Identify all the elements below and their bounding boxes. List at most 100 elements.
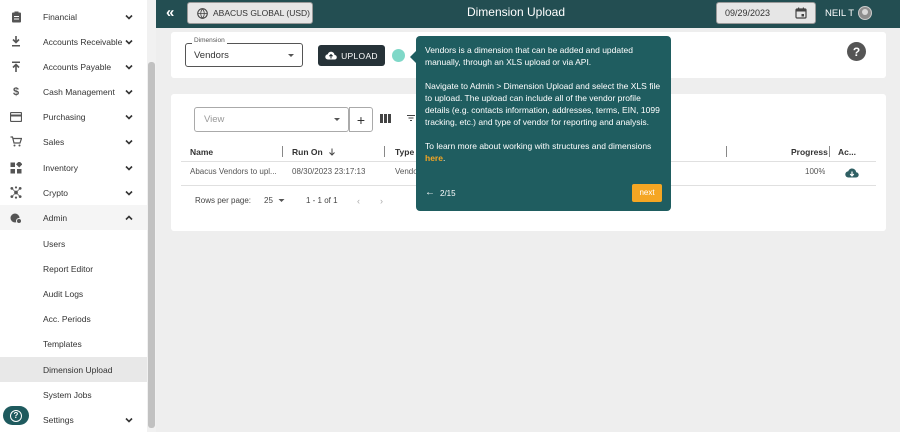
upload-button[interactable]: UPLOAD xyxy=(318,45,385,66)
tour-paragraph-1: Vendors is a dimension that can be added… xyxy=(425,45,633,67)
dimension-select-legend: Dimension xyxy=(192,37,227,44)
next-page-icon[interactable]: › xyxy=(380,196,383,206)
sidebar-scrollbar[interactable] xyxy=(147,0,156,432)
sidebar-subitem-label: System Jobs xyxy=(43,389,92,400)
help-fab-button[interactable]: ? xyxy=(3,406,29,425)
sidebar-item-accounts-receivable[interactable]: Accounts Receivable xyxy=(0,29,147,54)
view-select[interactable]: View xyxy=(194,107,349,132)
chevron-down-icon xyxy=(125,14,133,20)
chevron-up-icon xyxy=(125,214,133,220)
tour-paragraph-3: To learn more about working with structu… xyxy=(425,140,662,164)
columns-icon[interactable] xyxy=(380,113,391,124)
sidebar-item-accounts-payable[interactable]: Accounts Payable xyxy=(0,54,147,79)
tour-learn-more-link[interactable]: here xyxy=(425,153,443,163)
sidebar-subitem-label: Audit Logs xyxy=(43,288,84,299)
sidebar-subitem-templates[interactable]: Templates xyxy=(0,331,147,356)
sidebar-subitem-system-jobs[interactable]: System Jobs xyxy=(0,382,147,407)
cell-progress: 100% xyxy=(805,167,826,176)
chevron-down-icon xyxy=(125,114,133,120)
calendar-icon[interactable] xyxy=(795,7,807,19)
cloud-download-icon[interactable] xyxy=(845,167,859,179)
sidebar-item-label: Inventory xyxy=(43,162,78,173)
user-name[interactable]: NEIL T xyxy=(825,8,854,19)
sidebar-item-financial[interactable]: Financial xyxy=(0,4,147,29)
column-header-run-on[interactable]: Run On xyxy=(292,147,336,157)
dimension-select-value: Vendors xyxy=(194,49,229,61)
upload-button-label: UPLOAD xyxy=(341,50,378,61)
dropdown-arrow-icon xyxy=(334,118,340,121)
entity-selector-button[interactable]: ABACUS GLOBAL (USD) xyxy=(187,2,313,24)
column-separator[interactable] xyxy=(384,146,385,157)
column-header-progress[interactable]: Progress xyxy=(791,147,828,157)
column-separator[interactable] xyxy=(726,146,727,157)
date-input[interactable]: 09/29/2023 xyxy=(716,2,816,24)
view-select-placeholder: View xyxy=(204,114,225,125)
question-icon: ? xyxy=(10,409,22,422)
sidebar-subitem-acc-periods[interactable]: Acc. Periods xyxy=(0,306,147,331)
column-separator[interactable] xyxy=(282,146,283,157)
sidebar-subitem-label: Users xyxy=(43,238,66,249)
sidebar-item-sales[interactable]: Sales xyxy=(0,129,147,154)
sidebar-item-purchasing[interactable]: Purchasing xyxy=(0,104,147,129)
sidebar-item-label: Admin xyxy=(43,212,68,223)
dropdown-arrow-icon xyxy=(288,54,294,57)
cell-run-on: 08/30/2023 23:17:13 xyxy=(292,167,366,176)
column-separator[interactable] xyxy=(829,146,830,157)
sidebar-item-label: Accounts Payable xyxy=(43,61,112,72)
sidebar-item-admin[interactable]: Admin xyxy=(0,205,147,230)
cloud-upload-icon xyxy=(325,51,337,60)
arrow-up-bar-icon xyxy=(10,61,22,73)
filter-icon[interactable] xyxy=(407,115,415,121)
entity-label: ABACUS GLOBAL (USD) xyxy=(213,8,310,18)
sidebar-item-crypto[interactable]: Crypto xyxy=(0,180,147,205)
help-circle-icon[interactable]: ? xyxy=(847,42,866,61)
clipboard-icon xyxy=(10,11,22,23)
tour-paragraph-2: Navigate to Admin > Dimension Upload and… xyxy=(425,81,661,127)
page-title: Dimension Upload xyxy=(466,5,566,19)
sidebar-subitem-label: Acc. Periods xyxy=(43,313,91,324)
chevron-down-icon xyxy=(125,39,133,45)
sort-arrow-down-icon[interactable] xyxy=(328,148,336,156)
column-header-type[interactable]: Type xyxy=(395,147,414,157)
cell-type: Vendo xyxy=(395,167,417,176)
credit-card-icon xyxy=(10,111,22,123)
sidebar-item-label: Crypto xyxy=(43,187,69,198)
column-header-actions[interactable]: Ac... xyxy=(838,147,856,157)
widgets-icon xyxy=(10,161,22,174)
column-header-name[interactable]: Name xyxy=(190,147,213,157)
tour-beacon[interactable] xyxy=(392,49,405,62)
admin-gear-icon xyxy=(10,212,22,224)
prev-page-icon[interactable]: ‹ xyxy=(357,196,360,206)
chevron-down-icon xyxy=(125,64,133,70)
avatar[interactable] xyxy=(858,6,872,20)
sidebar-subitem-users[interactable]: Users xyxy=(0,231,147,256)
sidebar-subitem-label: Templates xyxy=(43,338,82,349)
column-header-label: Run On xyxy=(292,147,323,157)
sidebar-subitem-dimension-upload[interactable]: Dimension Upload xyxy=(0,357,147,382)
rows-per-page-select[interactable]: 25 xyxy=(264,196,285,205)
collapse-sidebar-icon[interactable]: « xyxy=(166,5,182,22)
tour-step-counter: 2/15 xyxy=(440,189,456,198)
arrow-down-bar-icon xyxy=(10,36,22,48)
top-bar: « ABACUS GLOBAL (USD) Dimension Upload 0… xyxy=(156,0,900,28)
chevron-down-icon xyxy=(125,89,133,95)
sidebar-item-inventory[interactable]: Inventory xyxy=(0,155,147,180)
sidebar: Financial Accounts Receivable Accounts P… xyxy=(0,0,156,432)
cell-name[interactable]: Abacus Vendors to upl... xyxy=(190,167,282,176)
tour-paragraph-3-text: To learn more about working with structu… xyxy=(425,141,652,151)
chevron-down-icon xyxy=(125,417,133,423)
sidebar-item-cash-management[interactable]: $ Cash Management xyxy=(0,79,147,104)
add-view-button[interactable]: + xyxy=(349,107,373,132)
cart-icon xyxy=(10,136,22,148)
sidebar-scrollbar-thumb[interactable] xyxy=(148,62,155,428)
dimension-select[interactable]: Dimension Vendors xyxy=(185,37,303,67)
rows-per-page-label: Rows per page: xyxy=(195,196,252,205)
tour-next-button[interactable]: next xyxy=(632,184,662,202)
sidebar-subitem-audit-logs[interactable]: Audit Logs xyxy=(0,281,147,306)
tour-back-arrow-icon[interactable]: ← xyxy=(425,187,435,199)
pagination-range: 1 - 1 of 1 xyxy=(306,196,338,205)
sidebar-subitem-label: Dimension Upload xyxy=(43,364,113,375)
dollar-icon: $ xyxy=(12,85,20,98)
sidebar-subitem-report-editor[interactable]: Report Editor xyxy=(0,256,147,281)
sidebar-subitem-label: Report Editor xyxy=(43,263,94,274)
